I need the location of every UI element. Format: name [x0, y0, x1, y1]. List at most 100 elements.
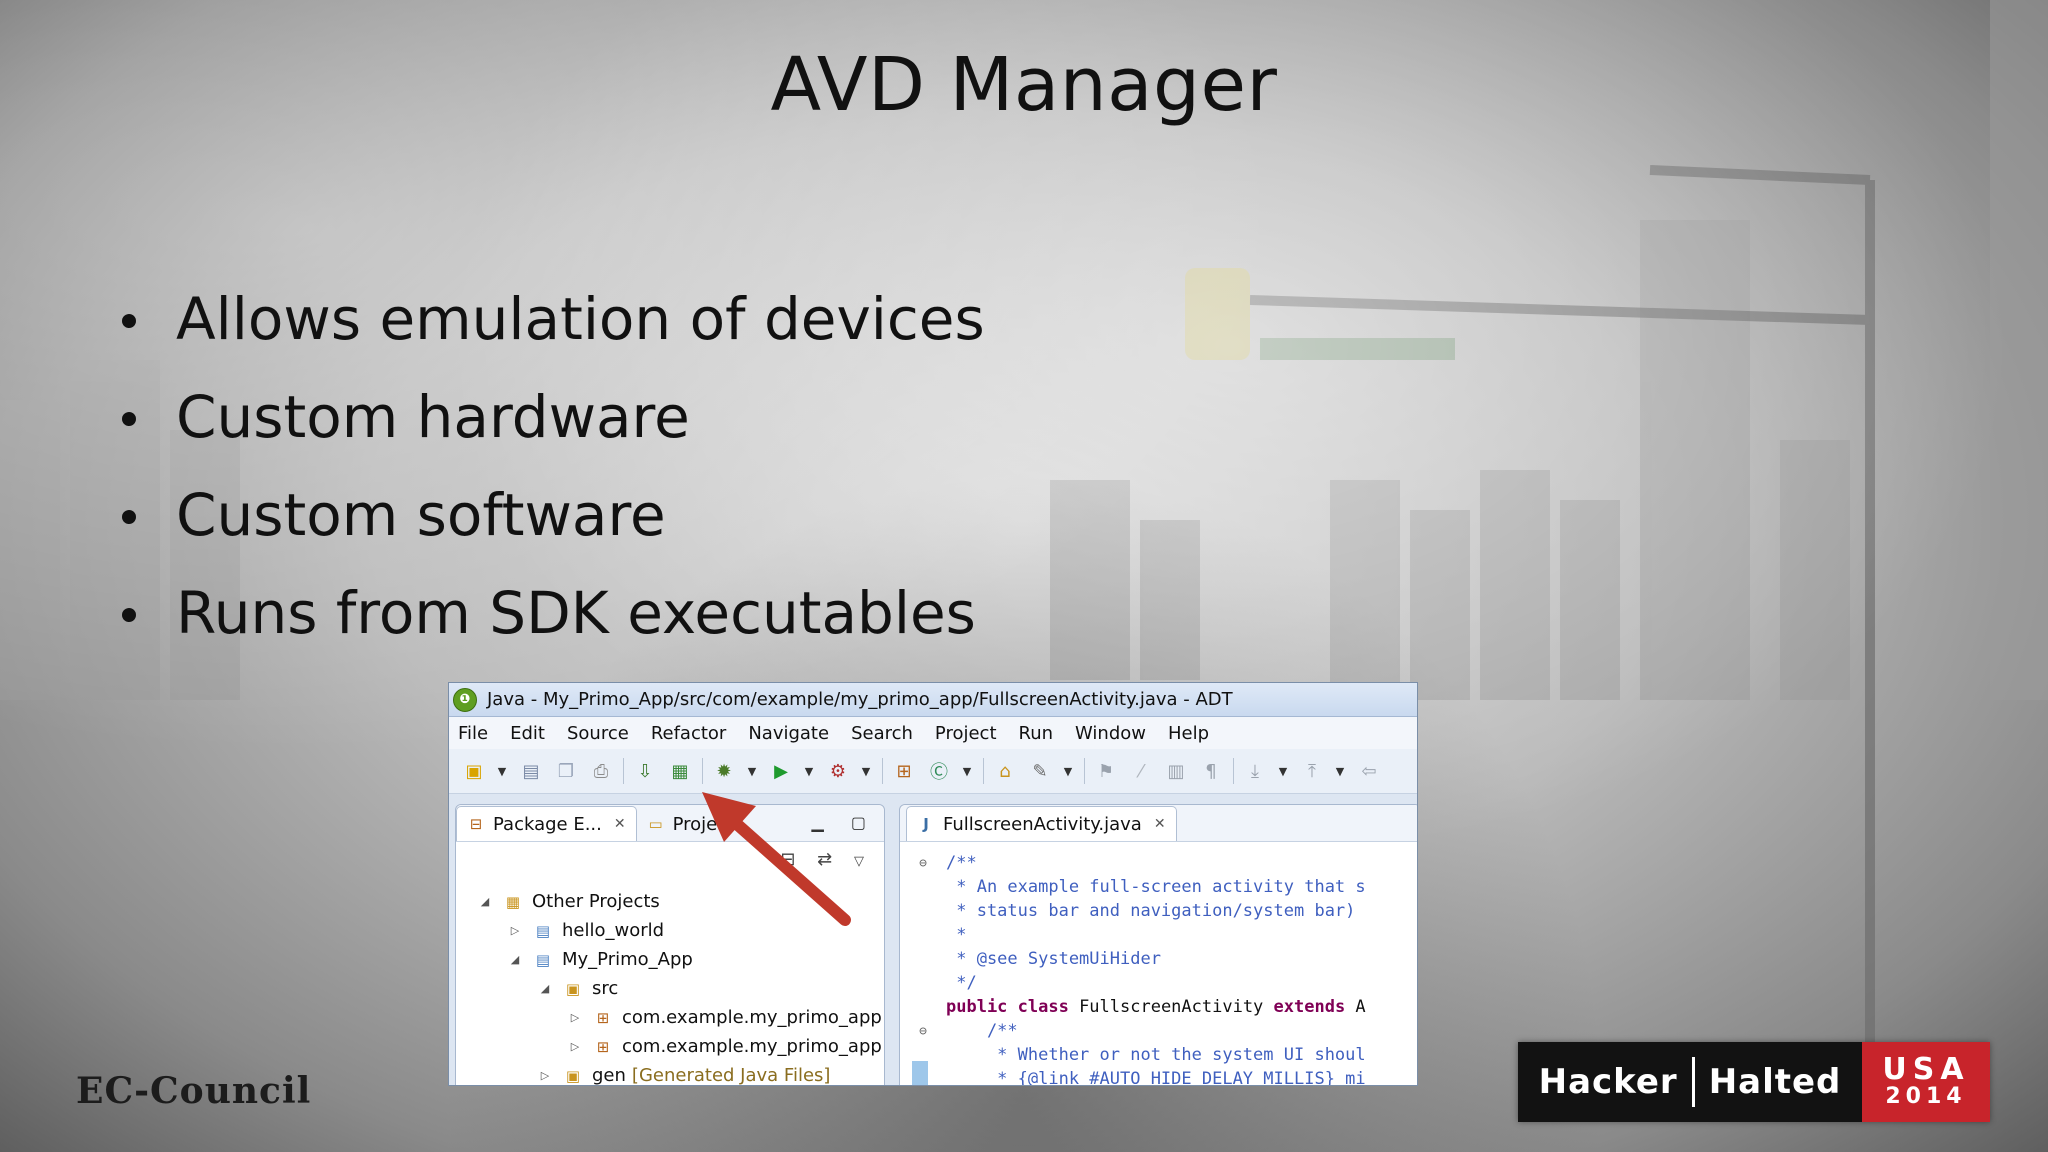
new-class-dropdown-icon[interactable]: ▼ [961, 758, 973, 784]
pane-controls: ▁ ▢ [789, 813, 866, 832]
code-line: * An example full-screen activity that s [900, 875, 1417, 899]
save-all-icon[interactable]: ❐ [553, 758, 579, 784]
bullet-dot-icon [122, 314, 136, 328]
code-text: A [1345, 997, 1366, 1017]
toolbar-separator [623, 758, 624, 784]
menu-window[interactable]: Window [1064, 723, 1157, 744]
view-menu-icon[interactable]: ▽ [854, 854, 864, 869]
external-tools-icon[interactable]: ⚙ [825, 758, 851, 784]
collapsed-arrow-icon[interactable]: ▷ [508, 924, 522, 937]
show-whitespace-icon[interactable]: ¶ [1198, 758, 1224, 784]
code-text: FullscreenActivity [1068, 997, 1274, 1017]
open-type-icon[interactable]: ⌂ [992, 758, 1018, 784]
menu-run[interactable]: Run [1008, 723, 1065, 744]
menu-source[interactable]: Source [556, 723, 640, 744]
ec-council-logo: EC-Council [76, 1070, 312, 1112]
code-keyword: extends [1273, 997, 1346, 1017]
tree-label: src [592, 978, 619, 999]
expanded-arrow-icon[interactable]: ◢ [538, 982, 552, 995]
minimize-icon[interactable]: ▁ [811, 813, 823, 832]
menu-file[interactable]: File [449, 723, 499, 744]
print-icon[interactable]: ⎙ [588, 758, 614, 784]
usa-2014-badge: USA 2014 [1862, 1042, 1990, 1122]
avd-manager-icon[interactable]: ▦ [667, 758, 693, 784]
menu-navigate[interactable]: Navigate [737, 723, 840, 744]
tab-label: FullscreenActivity.java [943, 813, 1142, 835]
next-annotation-dropdown-icon[interactable]: ▼ [1277, 758, 1289, 784]
prev-annotation-dropdown-icon[interactable]: ▼ [1334, 758, 1346, 784]
run-dropdown-icon[interactable]: ▼ [803, 758, 815, 784]
code-text: * An example full-screen activity that s [946, 877, 1366, 897]
package-icon: ⊞ [596, 1037, 610, 1056]
code-text: */ [946, 973, 977, 993]
project-tree: ◢ ▦ Other Projects ▷ ▤ hello_world ◢ ▤ M… [456, 887, 884, 1086]
link-with-editor-icon[interactable]: ⇄ [817, 849, 832, 870]
code-text: * {@link #AUTO_HIDE_DELAY_MILLIS} mi [946, 1069, 1366, 1086]
tree-label: gen [592, 1065, 626, 1086]
maximize-icon[interactable]: ▢ [851, 813, 866, 832]
prev-annotation-icon[interactable]: ⤒ [1299, 758, 1325, 784]
code-text: * @see SystemUiHider [946, 949, 1161, 969]
code-keyword: public class [946, 997, 1069, 1017]
save-icon[interactable]: ▤ [518, 758, 544, 784]
new-package-icon[interactable]: ⊞ [891, 758, 917, 784]
sdk-manager-icon[interactable]: ⇩ [632, 758, 658, 784]
code-line: * status bar and navigation/system bar) [900, 899, 1417, 923]
code-line: public class FullscreenActivity extends … [900, 995, 1417, 1019]
bullet-text: Custom hardware [176, 383, 690, 451]
search-icon[interactable]: ✎ [1027, 758, 1053, 784]
new-class-icon[interactable]: Ⓒ [926, 758, 952, 784]
fold-icon[interactable]: ⊖ [900, 1024, 946, 1039]
next-annotation-icon[interactable]: ⤓ [1242, 758, 1268, 784]
tree-item[interactable]: ▷ ▤ hello_world [456, 916, 884, 945]
collapsed-arrow-icon[interactable]: ▷ [538, 1069, 552, 1082]
tab-fullscreenactivity[interactable]: J FullscreenActivity.java ✕ [906, 806, 1177, 841]
search-dropdown-icon[interactable]: ▼ [1062, 758, 1074, 784]
back-icon[interactable]: ⇦ [1356, 758, 1382, 784]
close-icon[interactable]: ✕ [614, 816, 626, 832]
toggle-mark-icon[interactable]: ⚑ [1093, 758, 1119, 784]
tree-item[interactable]: ▷ ⊞ com.example.my_primo_app [456, 1032, 884, 1061]
debug-icon[interactable]: ✹ [711, 758, 737, 784]
bullet-dot-icon [122, 608, 136, 622]
run-icon[interactable]: ▶ [768, 758, 794, 784]
new-dropdown-icon[interactable]: ▼ [496, 758, 508, 784]
code-line: ⊖/** [900, 851, 1417, 875]
source-folder-icon: ▣ [565, 979, 581, 998]
tree-item[interactable]: ▷ ▣ gen [Generated Java Files] [456, 1061, 884, 1086]
expanded-arrow-icon[interactable]: ◢ [508, 953, 522, 966]
change-marker [912, 1061, 928, 1085]
tree-item[interactable]: ▷ ⊞ com.example.my_primo_app [456, 1003, 884, 1032]
bullet-list: Allows emulation of devices Custom hardw… [116, 278, 985, 670]
bullet-dot-icon [122, 412, 136, 426]
collapsed-arrow-icon[interactable]: ▷ [568, 1040, 582, 1053]
external-tools-dropdown-icon[interactable]: ▼ [860, 758, 872, 784]
expanded-arrow-icon[interactable]: ◢ [478, 895, 492, 908]
menu-help[interactable]: Help [1157, 723, 1220, 744]
adt-app-icon: ❶ [453, 687, 477, 712]
tree-label: Other Projects [532, 891, 660, 912]
tree-item[interactable]: ◢ ▣ src [456, 974, 884, 1003]
logo-country: USA [1882, 1052, 1970, 1087]
debug-dropdown-icon[interactable]: ▼ [746, 758, 758, 784]
tab-package-explorer[interactable]: ⊟ Package E... ✕ [456, 806, 637, 841]
code-editor[interactable]: ⊖/** * An example full-screen activity t… [900, 851, 1417, 1086]
tree-item[interactable]: ◢ ▦ Other Projects [456, 887, 884, 916]
collapse-all-icon[interactable]: ⊟ [780, 849, 795, 870]
menu-edit[interactable]: Edit [499, 723, 556, 744]
code-text: /** [946, 1021, 1018, 1041]
editor-pane: J FullscreenActivity.java ✕ ⊖/** * An ex… [899, 804, 1417, 1086]
close-icon[interactable]: ✕ [1154, 816, 1166, 832]
menu-project[interactable]: Project [924, 723, 1008, 744]
tree-item[interactable]: ◢ ▤ My_Primo_App [456, 945, 884, 974]
tree-label: com.example.my_primo_app [622, 1007, 882, 1028]
collapsed-arrow-icon[interactable]: ▷ [568, 1011, 582, 1024]
menu-search[interactable]: Search [840, 723, 924, 744]
block-selection-icon[interactable]: ▥ [1163, 758, 1189, 784]
fold-icon[interactable]: ⊖ [900, 856, 946, 871]
new-icon[interactable]: ▣ [461, 758, 487, 784]
menu-refactor[interactable]: Refactor [640, 723, 738, 744]
toggle-breadcrumb-icon[interactable]: ⁄ [1128, 758, 1154, 784]
adt-toolbar: ▣ ▼ ▤ ❐ ⎙ ⇩ ▦ ✹ ▼ ▶ ▼ ⚙ ▼ ⊞ Ⓒ ▼ ⌂ ✎ ▼ ⚑ … [449, 749, 1417, 794]
tab-project-explorer[interactable]: ▭ Proje... [637, 807, 745, 841]
